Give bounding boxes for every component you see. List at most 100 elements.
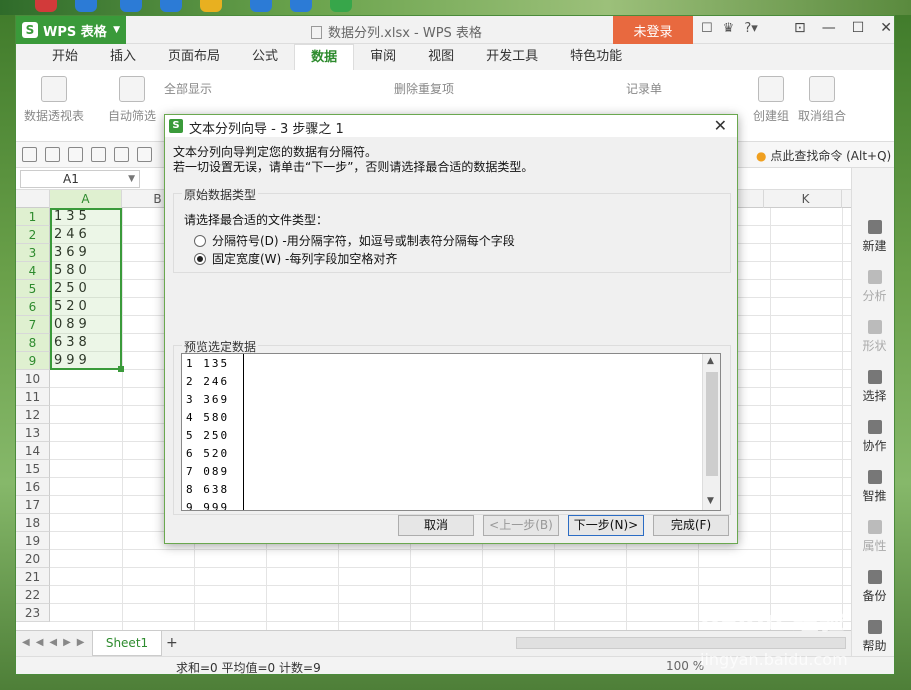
preview-scrollbar[interactable]: ▲ ▼ [702,354,720,510]
row-header[interactable]: 9 [16,352,50,370]
sidebar-item-new[interactable]: 新建 [852,220,894,254]
preview-box[interactable]: 1 135 2 246 3 369 4 580 5 250 6 520 7 089 8 638… [181,353,721,511]
pivot-table-button[interactable]: 数据透视表 [24,76,84,124]
wps-logo-icon: S [22,22,38,38]
row-header[interactable]: 11 [16,388,50,406]
find-command[interactable]: ● 点此查找命令 (Alt+Q) [756,147,891,164]
row-header[interactable]: 12 [16,406,50,424]
cancel-button[interactable]: 取消 [398,515,474,536]
row-header[interactable]: 7 [16,316,50,334]
row-header[interactable]: 5 [16,280,50,298]
taskbar-app-icon[interactable] [35,0,57,12]
scroll-down-icon[interactable]: ▼ [707,496,714,506]
row-header[interactable]: 15 [16,460,50,478]
close-icon[interactable]: ✕ [714,116,727,135]
tab-home[interactable]: 开始 [36,44,94,70]
row-header[interactable]: 23 [16,604,50,622]
undo-icon[interactable] [137,147,152,162]
sidebar-item-analysis[interactable]: 分析 [852,270,894,304]
add-sheet-button[interactable]: + [166,635,178,651]
tab-view[interactable]: 视图 [412,44,470,70]
minimize-icon[interactable]: — [822,20,836,36]
column-header-k[interactable]: K [770,190,842,208]
maximize-icon[interactable]: ☐ [852,20,865,36]
create-group-button[interactable]: 创建组 [753,76,789,124]
name-box[interactable]: A1 ▼ [20,170,140,188]
save-icon[interactable] [45,147,60,162]
selection-range[interactable] [50,208,124,372]
open-icon[interactable] [22,147,37,162]
scroll-up-icon[interactable]: ▲ [707,356,714,366]
taskbar-app-icon[interactable] [200,0,222,12]
tab-data[interactable]: 数据 [294,44,355,70]
row-header[interactable]: 19 [16,532,50,550]
ungroup-button[interactable]: 取消组合 [798,76,846,124]
scroll-thumb[interactable] [706,372,718,476]
print-icon[interactable] [91,147,106,162]
tab-special[interactable]: 特色功能 [554,44,638,70]
radio-fixed-width[interactable]: 固定宽度(W) -每列字段加空格对齐 [194,250,397,267]
help-icon[interactable]: ?▾ [744,21,757,36]
taskbar-app-icon[interactable] [330,0,352,12]
restore-icon[interactable]: ⊡ [794,20,806,36]
shirt-icon[interactable]: ♛ [723,21,735,36]
sidebar-item-help[interactable]: 帮助 [852,620,894,654]
radio-delimited[interactable]: 分隔符号(D) -用分隔字符，如逗号或制表符分隔每个字段 [194,232,515,249]
sidebar-item-properties[interactable]: 属性 [852,520,894,554]
tab-insert[interactable]: 插入 [94,44,152,70]
finish-button[interactable]: 完成(F) [653,515,729,536]
horizontal-scrollbar[interactable] [516,637,846,649]
chevron-down-icon[interactable]: ▼ [128,171,135,187]
row-header[interactable]: 4 [16,262,50,280]
row-header[interactable]: 1 [16,208,50,226]
login-button[interactable]: 未登录 [613,16,693,44]
sheet-nav-arrows[interactable]: ◀◀◀▶▶ [22,637,90,648]
autofilter-button[interactable]: 自动筛选 [108,76,156,124]
sidebar-item-collab[interactable]: 协作 [852,420,894,454]
close-icon[interactable]: ✕ [880,20,892,36]
row-header[interactable]: 14 [16,442,50,460]
row-header[interactable]: 8 [16,334,50,352]
sidebar-item-shape[interactable]: 形状 [852,320,894,354]
taskbar-app-icon[interactable] [290,0,312,12]
fill-handle[interactable] [118,366,124,372]
corner-cell[interactable] [16,190,50,208]
radio-circle-selected[interactable] [194,252,206,265]
sheet-tab[interactable]: Sheet1 [92,631,162,656]
skin-icon[interactable]: ☐ [701,21,713,36]
tab-page-layout[interactable]: 页面布局 [152,44,236,70]
sidebar-item-backup[interactable]: 备份 [852,570,894,604]
taskbar-app-icon[interactable] [250,0,272,12]
row-header[interactable]: 6 [16,298,50,316]
row-header[interactable]: 10 [16,370,50,388]
column-header-a[interactable]: A [50,190,122,208]
row-header[interactable]: 17 [16,496,50,514]
row-header[interactable]: 21 [16,568,50,586]
taskbar-app-icon[interactable] [120,0,142,12]
row-header[interactable]: 13 [16,424,50,442]
tab-formula[interactable]: 公式 [236,44,294,70]
row-header[interactable]: 20 [16,550,50,568]
row-header[interactable]: 16 [16,478,50,496]
show-all-button[interactable]: 全部显示 [164,80,212,97]
tab-review[interactable]: 审阅 [354,44,412,70]
remove-duplicates-button[interactable]: 删除重复项 [394,80,454,97]
sidebar-item-select[interactable]: 选择 [852,370,894,404]
taskbar-app-icon[interactable] [75,0,97,12]
export-pdf-icon[interactable] [68,147,83,162]
row-header[interactable]: 18 [16,514,50,532]
record-sheet-button[interactable]: 记录单 [626,80,662,97]
next-button[interactable]: 下一步(N)> [568,515,644,536]
prev-button[interactable]: <上一步(B) [483,515,559,536]
app-menu-button[interactable]: S WPS 表格 ▼ [16,16,126,44]
tab-developer[interactable]: 开发工具 [470,44,554,70]
preview-icon[interactable] [114,147,129,162]
taskbar-app-icon[interactable] [160,0,182,12]
column-break-line[interactable] [243,354,244,510]
radio-circle[interactable] [194,234,206,247]
row-header[interactable]: 22 [16,586,50,604]
zoom-level[interactable]: 100 % [666,659,704,673]
row-header[interactable]: 2 [16,226,50,244]
row-header[interactable]: 3 [16,244,50,262]
sidebar-item-smart[interactable]: 智推 [852,470,894,504]
